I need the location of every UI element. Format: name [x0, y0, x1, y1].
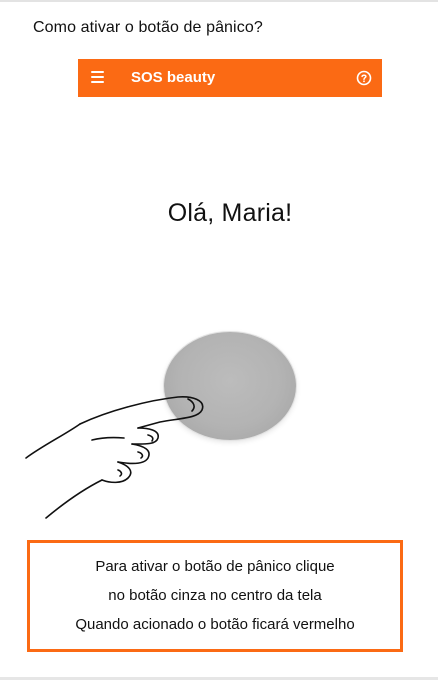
page-question-title: Como ativar o botão de pânico?: [33, 19, 263, 36]
greeting-text: Olá, Maria!: [167, 199, 293, 227]
hamburger-menu-icon[interactable]: [91, 71, 104, 83]
instruction-line-1: Para ativar o botão de pânico clique: [95, 558, 335, 575]
pointing-hand-illustration: [25, 396, 204, 519]
instruction-line-3: Quando acionado o botão ficará vermelho: [75, 616, 355, 633]
instruction-box: Para ativar o botão de pânico clique no …: [27, 540, 403, 652]
instruction-line-2: no botão cinza no centro da tela: [108, 587, 322, 604]
help-icon[interactable]: [356, 70, 372, 86]
top-divider: [0, 0, 438, 2]
app-title: SOS beauty: [131, 69, 216, 86]
app-bar: SOS beauty: [78, 59, 382, 97]
